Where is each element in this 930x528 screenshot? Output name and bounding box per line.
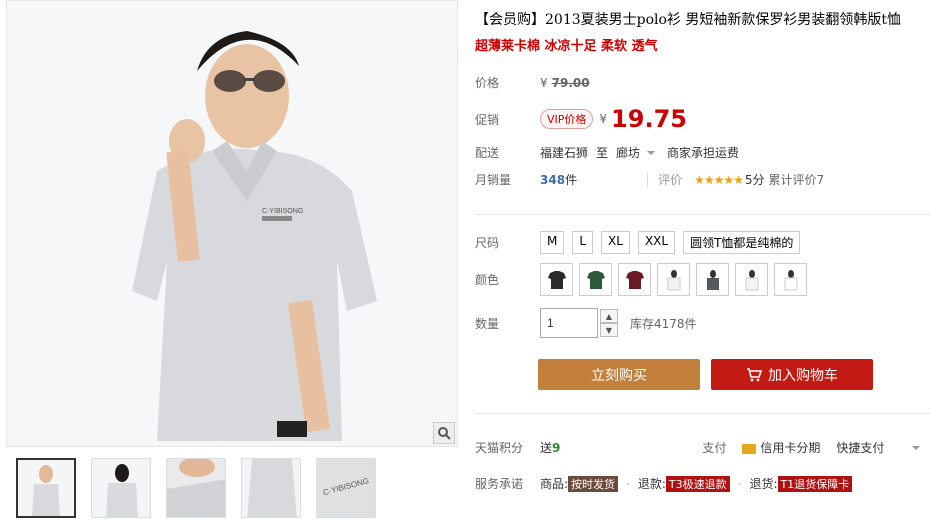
return-label: 退货: <box>749 477 778 491</box>
thumbnail-2[interactable] <box>91 458 151 518</box>
color-label: 颜色 <box>475 273 500 287</box>
quantity-label: 数量 <box>475 316 500 331</box>
credit-card-icon <box>742 443 757 454</box>
color-option-3[interactable] <box>618 263 651 296</box>
product-title: 【会员购】2013夏装男士polo衫 男短袖新款保罗衫男装翻领韩版t恤 <box>475 12 902 28</box>
ship-destination-select[interactable]: 廊坊 <box>616 144 656 161</box>
goods-tag[interactable]: 按时发货 <box>568 475 619 492</box>
original-price: 79.00 <box>551 75 590 90</box>
rating-stars: ★★★★★ <box>694 172 744 187</box>
quantity-input[interactable] <box>540 308 598 338</box>
add-to-cart-label: 加入购物车 <box>768 367 838 384</box>
price-currency: ¥ <box>540 75 548 90</box>
credit-installment[interactable]: 信用卡分期 <box>742 439 820 456</box>
size-option-l[interactable]: L <box>572 231 594 254</box>
sales-unit: 件 <box>565 173 578 187</box>
quantity-stepper: ▲ ▼ <box>600 309 618 337</box>
color-option-7[interactable] <box>774 263 807 296</box>
thumbnail-strip: C·YIBISONG <box>16 458 376 518</box>
zoom-icon[interactable] <box>433 422 455 444</box>
color-option-5[interactable] <box>696 263 729 296</box>
size-option-m[interactable]: M <box>540 231 565 254</box>
thumbnail-1[interactable] <box>16 458 76 518</box>
chevron-down-icon <box>647 150 656 155</box>
ship-to: 廊坊 <box>616 146 641 160</box>
color-options <box>540 263 807 296</box>
return-tag[interactable]: T1退货保障卡 <box>777 475 853 492</box>
size-option-note[interactable]: 圆领T恤都是纯棉的 <box>683 231 801 254</box>
points-value: 9 <box>552 440 561 455</box>
divider-line <box>475 214 930 215</box>
thumbnail-4[interactable] <box>241 458 301 518</box>
points-row: 天猫积分 送 9 支付 信用卡分期 快捷支付 <box>475 439 930 456</box>
vip-badge: VIP价格 <box>540 109 594 129</box>
promo-currency: ¥ <box>599 112 608 126</box>
quantity-row: 数量 ▲ ▼ 库存4178件 <box>475 308 930 338</box>
promo-price: 19.75 <box>611 105 687 133</box>
thumbnail-3[interactable] <box>166 458 226 518</box>
decrement-button[interactable]: ▼ <box>600 323 618 337</box>
buy-now-button[interactable]: 立刻购买 <box>538 359 700 390</box>
color-option-4[interactable] <box>657 263 690 296</box>
promo-row: 促销 VIP价格 ¥ 19.75 <box>475 105 930 133</box>
sales-row: 月销量 348 件 评价 ★★★★★ 5分 累计评价7 <box>475 171 930 188</box>
thumbnail-5[interactable]: C·YIBISONG <box>316 458 376 518</box>
service-row: 服务承诺 商品: 按时发货 · 退款: T3极速退款 · 退货: T1退货保障卡 <box>475 475 930 492</box>
ship-from: 福建石狮 <box>540 146 589 160</box>
divider <box>647 172 649 187</box>
increment-button[interactable]: ▲ <box>600 309 618 323</box>
main-product-image[interactable]: C·YIBISONG <box>6 0 458 447</box>
ship-to-word: 至 <box>596 146 609 160</box>
divider-line <box>475 413 930 414</box>
points-send: 送 <box>540 441 553 455</box>
quick-pay-select[interactable]: 快捷支付 <box>836 439 884 456</box>
color-option-2[interactable] <box>579 263 612 296</box>
model-photo: C·YIBISONG <box>7 1 457 446</box>
size-option-xxl[interactable]: XXL <box>637 231 676 254</box>
shipping-label: 配送 <box>475 146 500 160</box>
product-subtitle: 超薄莱卡棉 冰凉十足 柔软 透气 <box>475 39 658 54</box>
product-detail-panel: 【会员购】2013夏装男士polo衫 男短袖新款保罗衫男装翻领韩版t恤 超薄莱卡… <box>475 0 930 528</box>
refund-tag[interactable]: T3极速退款 <box>665 475 730 492</box>
color-option-6[interactable] <box>735 263 768 296</box>
size-option-xl[interactable]: XL <box>601 231 630 254</box>
price-label: 价格 <box>475 76 500 90</box>
product-gallery: C·YIBISONG C·YIBISONG <box>6 0 458 528</box>
rating-label: 评价 <box>658 173 683 187</box>
size-row: 尺码 M L XL XXL 圆领T恤都是纯棉的 <box>475 231 930 254</box>
add-to-cart-button[interactable]: 加入购物车 <box>711 359 873 390</box>
points-label: 天猫积分 <box>475 441 524 455</box>
stock-count: 库存4178件 <box>630 316 697 331</box>
cart-icon <box>747 367 762 381</box>
goods-label: 商品: <box>540 477 569 491</box>
separator-dot: · <box>737 476 742 491</box>
shipping-note: 商家承担运费 <box>667 146 740 160</box>
service-label: 服务承诺 <box>475 477 524 491</box>
shipping-row: 配送 福建石狮 至 廊坊 商家承担运费 <box>475 144 930 161</box>
sales-label: 月销量 <box>475 173 512 187</box>
pay-label: 支付 <box>702 441 727 455</box>
review-count-link[interactable]: 累计评价7 <box>769 171 825 188</box>
separator-dot: · <box>626 476 630 491</box>
svg-text:C·YIBISONG: C·YIBISONG <box>262 208 303 215</box>
size-label: 尺码 <box>475 236 500 250</box>
color-option-1[interactable] <box>540 263 573 296</box>
promo-label: 促销 <box>475 112 500 127</box>
price-row: 价格 ¥ 79.00 <box>475 74 930 91</box>
refund-label: 退款: <box>637 477 666 491</box>
rating-score: 5分 <box>744 173 765 187</box>
color-row: 颜色 <box>475 263 930 296</box>
sales-count: 348 <box>540 172 566 187</box>
size-options: M L XL XXL 圆领T恤都是纯棉的 <box>540 231 801 254</box>
chevron-down-icon[interactable] <box>912 445 921 450</box>
